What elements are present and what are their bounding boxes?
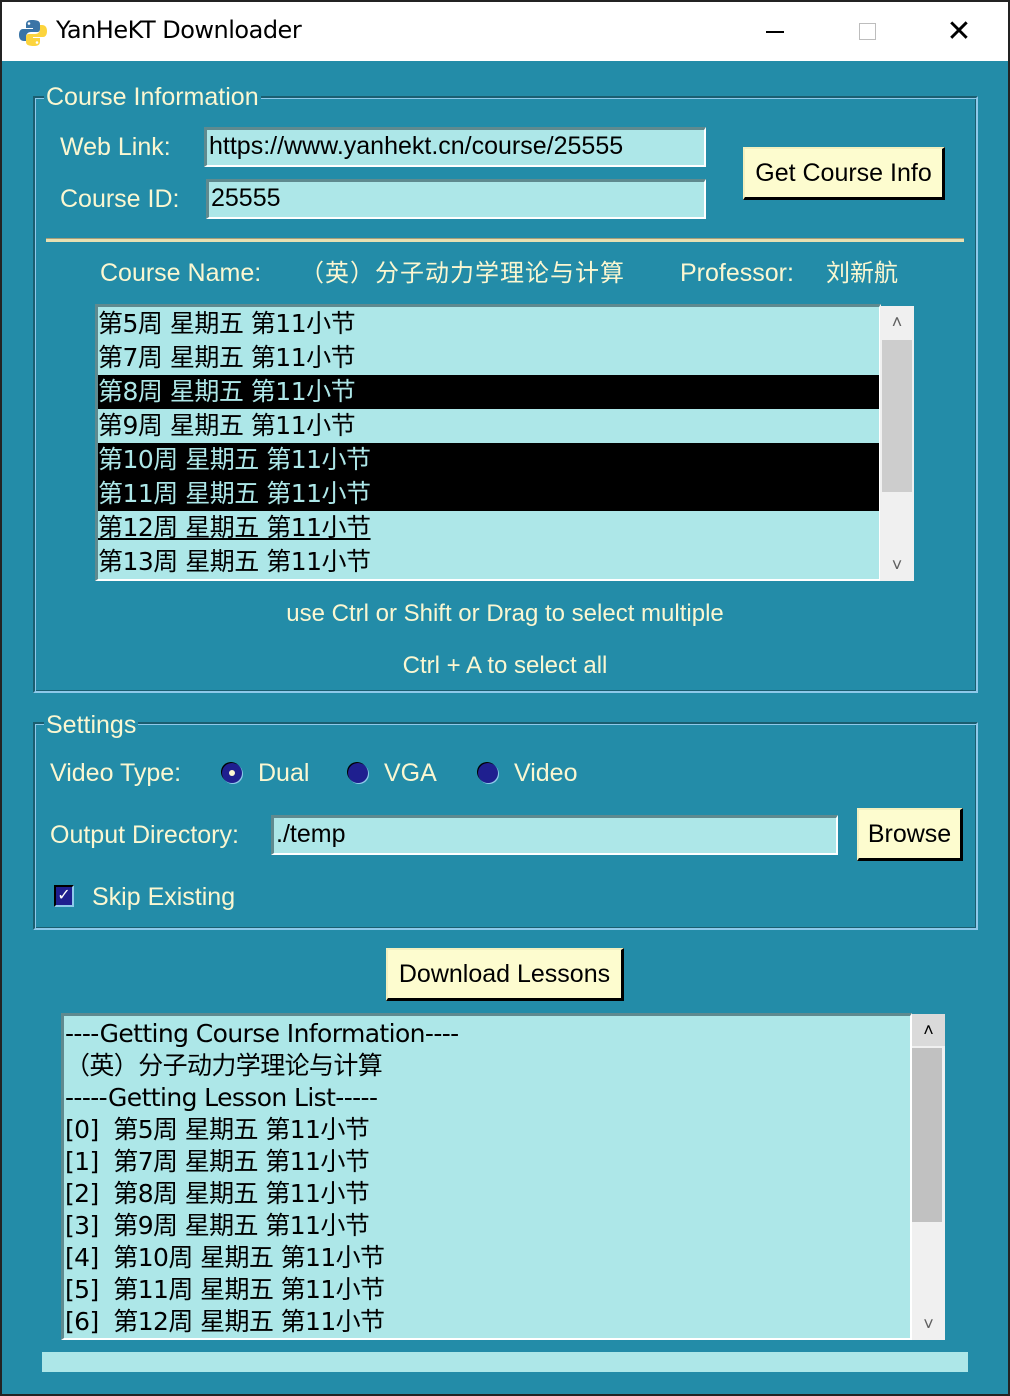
lesson-list-item-label: 第12周 星期五 第11小节 [98,513,371,542]
download-lessons-button[interactable]: Download Lessons [386,948,624,1001]
scroll-down-icon[interactable]: ˅ [880,549,914,581]
log-scroll-thumb[interactable] [912,1048,942,1222]
hint-select-all: Ctrl + A to select all [402,652,608,679]
close-button[interactable]: ✕ [914,2,1004,61]
lesson-list-item-label: 第5周 星期五 第11小节 [98,309,356,338]
scroll-up-icon[interactable]: ˄ [880,306,914,338]
lesson-list-item-label: 第11周 星期五 第11小节 [98,479,371,508]
log-line: ----Getting Course Information---- [65,1019,459,1048]
radio-video[interactable] [478,763,498,783]
lesson-list-item[interactable]: 第11周 星期五 第11小节 [98,477,879,511]
log-line: -----Getting Lesson List----- [65,1083,378,1112]
log-line: [0] 第5周 星期五 第11小节 [65,1115,370,1144]
download-progress-bar [42,1352,968,1372]
python-icon [19,20,47,46]
minimize-button[interactable] [730,2,820,61]
log-line: [4] 第10周 星期五 第11小节 [65,1243,385,1272]
checkmark-icon: ✓ [57,887,71,904]
output-directory-label: Output Directory: [50,821,239,849]
settings-group-title: Settings [44,710,139,740]
title-bar: YanHeKT Downloader ✕ [2,2,1008,61]
course-id-label: Course ID: [60,185,180,213]
web-link-label: Web Link: [60,133,171,161]
course-name-value: （英）分子动力学理论与计算 [300,259,625,287]
lesson-list-scroll-thumb[interactable] [882,340,912,492]
radio-video-label[interactable]: Video [514,758,578,788]
professor-label: Professor: [680,259,794,287]
output-directory-input[interactable]: ./temp [271,815,838,855]
minimize-icon [766,30,784,33]
checkbox-box[interactable]: ✓ [54,885,74,907]
log-line: [3] 第9周 星期五 第11小节 [65,1211,370,1240]
course-info-group-title: Course Information [44,82,261,112]
log-scrollbar[interactable]: ˄ ˅ [912,1014,945,1340]
close-icon: ✕ [946,13,972,49]
log-scroll-down-icon[interactable]: ˅ [912,1308,945,1340]
lesson-list-item[interactable]: 第12周 星期五 第11小节 [98,511,879,545]
log-line: （英）分子动力学理论与计算 [65,1051,383,1080]
skip-existing-label[interactable]: Skip Existing [92,882,235,912]
lesson-list[interactable]: 第5周 星期五 第11小节 第7周 星期五 第11小节 第8周 星期五 第11小节第… [95,304,881,581]
log-line: [1] 第7周 星期五 第11小节 [65,1147,370,1176]
lesson-list-item[interactable]: 第8周 星期五 第11小节 [98,375,879,409]
course-name-label: Course Name: [100,259,262,287]
lesson-list-item-label: 第7周 星期五 第11小节 [98,343,356,372]
radio-dual[interactable] [222,763,242,783]
course-id-input[interactable]: 25555 [206,179,706,219]
maximize-icon [858,23,876,40]
lesson-list-item[interactable]: 第13周 星期五 第11小节 [98,545,879,579]
radio-vga-label[interactable]: VGA [384,758,437,788]
log-line: [5] 第11周 星期五 第11小节 [65,1275,385,1304]
lesson-list-scrollbar[interactable]: ˄ ˅ [880,306,914,581]
hint-multi-select: use Ctrl or Shift or Drag to select mult… [286,600,724,627]
browse-button[interactable]: Browse [857,808,963,861]
lesson-list-item-label: 第13周 星期五 第11小节 [98,547,371,576]
app-window: YanHeKT Downloader ✕ Course Information … [2,2,1008,1394]
get-course-info-button[interactable]: Get Course Info [743,147,945,200]
lesson-list-item[interactable]: 第7周 星期五 第11小节 [98,341,879,375]
lesson-list-item[interactable]: 第5周 星期五 第11小节 [98,307,879,341]
web-link-input[interactable]: https://www.yanhekt.cn/course/25555 [204,127,706,167]
log-output[interactable]: ----Getting Course Information---- （英）分子动… [61,1013,912,1340]
lesson-list-item-label: 第9周 星期五 第11小节 [98,411,356,440]
professor-value: 刘新航 [826,259,898,287]
window-title: YanHeKT Downloader [56,16,302,44]
lesson-list-item[interactable]: 第9周 星期五 第11小节 [98,409,879,443]
video-type-label: Video Type: [50,759,182,787]
maximize-button[interactable] [822,2,912,61]
radio-dual-label[interactable]: Dual [258,758,309,788]
course-info-separator [46,238,964,242]
lesson-list-item-label: 第8周 星期五 第11小节 [98,377,356,406]
log-line: [2] 第8周 星期五 第11小节 [65,1179,370,1208]
log-line: [6] 第12周 星期五 第11小节 [65,1307,385,1336]
radio-vga[interactable] [348,763,368,783]
lesson-list-item[interactable]: 第10周 星期五 第11小节 [98,443,879,477]
lesson-list-item-label: 第10周 星期五 第11小节 [98,445,371,474]
log-scroll-up-icon[interactable]: ˄ [912,1014,945,1046]
